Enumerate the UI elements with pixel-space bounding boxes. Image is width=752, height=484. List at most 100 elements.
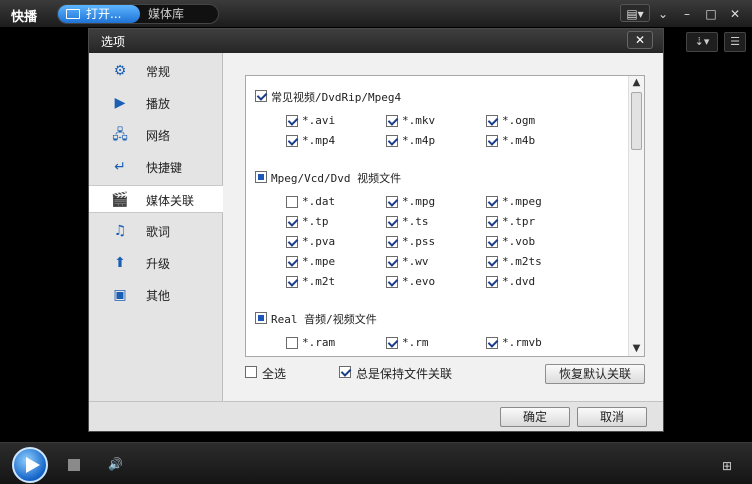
extension-label: *.m2ts xyxy=(502,255,542,268)
restore-defaults-button[interactable]: 恢复默认关联 xyxy=(545,364,645,384)
sidebar-item-7[interactable]: ▣ 其他 xyxy=(89,281,223,309)
scroll-down-icon[interactable]: ▼ xyxy=(629,342,644,356)
extension-checkbox[interactable] xyxy=(486,337,498,349)
app-title: 快播 xyxy=(11,10,38,25)
extension-label: *.ogm xyxy=(502,114,536,127)
extension-checkbox[interactable] xyxy=(386,276,398,288)
extension-label: *.rm xyxy=(402,336,429,349)
extension-checkbox[interactable] xyxy=(486,135,498,147)
extension-checkbox[interactable] xyxy=(386,256,398,268)
extension-label: *.rp xyxy=(302,356,329,357)
extension-label: *.mpg xyxy=(402,195,436,208)
main-menu-button[interactable]: ▤▾ xyxy=(620,4,650,22)
sort-button[interactable]: ⇣▾ xyxy=(686,32,718,52)
group-label: 常见视频/DvdRip/Mpeg4 xyxy=(271,91,402,104)
dialog-header: 选项 ✕ xyxy=(89,29,663,53)
extension-checkbox[interactable] xyxy=(386,135,398,147)
scrollbar[interactable]: ▲ ▼ xyxy=(628,76,644,356)
stop-button[interactable] xyxy=(68,459,80,471)
extension-checkbox[interactable] xyxy=(486,276,498,288)
group-checkbox-2[interactable] xyxy=(255,312,267,324)
extension-checkbox[interactable] xyxy=(386,236,398,248)
sidebar-item-5[interactable]: ♫ 歌词 xyxy=(89,217,223,245)
volume-icon[interactable]: 🔊 xyxy=(108,457,123,471)
extension-checkbox[interactable] xyxy=(486,216,498,228)
extension-label: *.pss xyxy=(402,235,436,248)
extension-checkbox[interactable] xyxy=(386,115,398,127)
sidebar-item-6[interactable]: ⬆ 升级 xyxy=(89,249,223,277)
dialog-footer: 确定 取消 xyxy=(89,401,663,431)
open-button[interactable]: 打开... xyxy=(58,5,140,23)
playback-bar: 🔊 ⊞ xyxy=(0,442,752,484)
layout-grid-icon[interactable]: ⊞ xyxy=(722,459,738,473)
sidebar-item-4[interactable]: 🎬 媒体关联 xyxy=(89,185,223,213)
extension-label: *.tp xyxy=(302,215,329,228)
extension-label: *.mkv xyxy=(402,114,436,127)
extension-label: *.rpm xyxy=(402,356,435,357)
media-library-tab[interactable]: 媒体库 xyxy=(148,5,184,23)
minimize-button[interactable]: – xyxy=(676,4,698,22)
play-button[interactable] xyxy=(12,447,48,483)
extension-checkbox[interactable] xyxy=(486,236,498,248)
sidebar-item-label: 快捷键 xyxy=(146,161,183,175)
extension-label: *.tpr xyxy=(502,215,536,228)
group-checkbox-1[interactable] xyxy=(255,171,267,183)
extension-checkbox[interactable] xyxy=(486,115,498,127)
sidebar-item-label: 播放 xyxy=(146,97,171,111)
extension-checkbox[interactable] xyxy=(286,135,298,147)
close-window-button[interactable]: ✕ xyxy=(724,4,746,22)
extension-label: *.avi xyxy=(302,114,336,127)
dialog-title: 选项 xyxy=(101,35,126,49)
options-dialog: 选项 ✕ ⚙ 常规 ▶ 播放 🖧 网络 ↵ 快捷键 🎬 媒体关联 ♫ 歌词 ⬆ 升级 ▣ 其他 ▲ ▼ 常见视… xyxy=(88,28,664,432)
etc-icon: ▣ xyxy=(113,287,127,303)
enter-key-icon: ↵ xyxy=(114,159,126,175)
extension-checkbox[interactable] xyxy=(286,256,298,268)
scroll-up-icon[interactable]: ▲ xyxy=(629,76,644,90)
scroll-thumb[interactable] xyxy=(631,92,642,150)
extension-checkbox[interactable] xyxy=(286,276,298,288)
options-dropdown-button[interactable]: ⌄ xyxy=(652,4,674,22)
keep-association-label: 总是保持文件关联 xyxy=(356,367,453,381)
window-controls: ▤▾ ⌄ – □ ✕ xyxy=(620,4,746,22)
group-label: Mpeg/Vcd/Dvd 视频文件 xyxy=(271,172,402,185)
maximize-button[interactable]: □ xyxy=(700,4,722,22)
play-icon: ▶ xyxy=(114,95,126,111)
keep-association-checkbox[interactable] xyxy=(339,366,351,378)
sidebar-item-3[interactable]: ↵ 快捷键 xyxy=(89,153,223,181)
sidebar-item-label: 网络 xyxy=(146,129,171,143)
network-icon: 🖧 xyxy=(112,127,128,143)
ok-button[interactable]: 确定 xyxy=(500,407,570,427)
extension-checkbox[interactable] xyxy=(486,196,498,208)
sidebar-item-label: 媒体关联 xyxy=(146,194,195,208)
extension-label: *.m2t xyxy=(302,275,336,288)
extension-checkbox[interactable] xyxy=(286,196,298,208)
extension-label: *.rmvb xyxy=(502,336,542,349)
sidebar-item-1[interactable]: ▶ 播放 xyxy=(89,89,223,117)
extension-label: *.vob xyxy=(502,235,536,248)
group-checkbox-0[interactable] xyxy=(255,90,267,102)
select-all-checkbox[interactable] xyxy=(245,366,257,378)
list-menu-button[interactable]: ☰ xyxy=(724,32,746,52)
sidebar-item-0[interactable]: ⚙ 常规 xyxy=(89,57,223,85)
extension-label: *.ts xyxy=(402,215,429,228)
sidebar-item-label: 常规 xyxy=(146,65,171,79)
extension-checkbox[interactable] xyxy=(486,256,498,268)
sidebar-item-2[interactable]: 🖧 网络 xyxy=(89,121,223,149)
dialog-close-button[interactable]: ✕ xyxy=(627,31,653,49)
extension-checkbox[interactable] xyxy=(286,216,298,228)
extension-checkbox[interactable] xyxy=(286,236,298,248)
right-toolbar: ⇣▾ ☰ xyxy=(686,32,746,52)
sidebar-item-label: 歌词 xyxy=(146,225,171,239)
extension-checkbox[interactable] xyxy=(386,337,398,349)
extension-label: *.dat xyxy=(302,195,336,208)
up-arrow-icon: ⬆ xyxy=(114,255,126,271)
extension-checkbox[interactable] xyxy=(286,115,298,127)
extension-checkbox[interactable] xyxy=(286,337,298,349)
cancel-button[interactable]: 取消 xyxy=(577,407,647,427)
extension-label: *.m4b xyxy=(502,134,536,147)
extension-label: *.ram xyxy=(302,336,336,349)
extension-checkbox[interactable] xyxy=(386,216,398,228)
extension-checkbox[interactable] xyxy=(386,196,398,208)
extension-label: *.pva xyxy=(302,235,336,248)
extension-label: *.rsc xyxy=(502,356,535,357)
